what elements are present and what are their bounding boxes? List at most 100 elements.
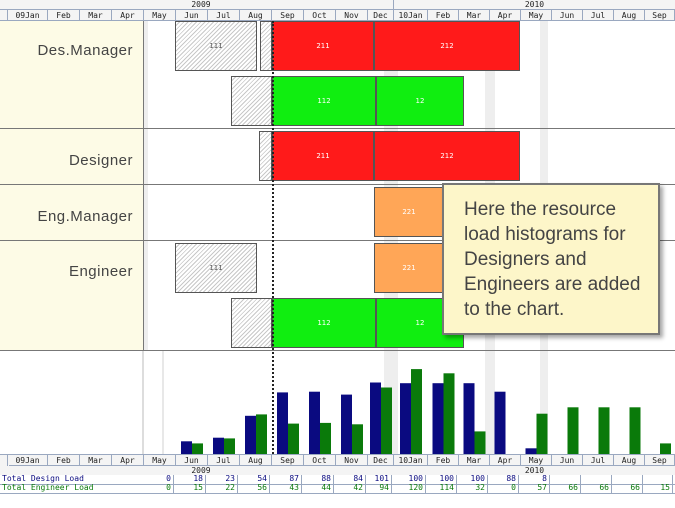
design-load-bar xyxy=(400,383,411,454)
month-label xyxy=(0,10,8,21)
load-cell: 22 xyxy=(208,484,238,493)
month-label: Aug xyxy=(614,10,645,21)
month-label: Jul xyxy=(583,10,614,21)
design-load-bar xyxy=(277,392,288,454)
design-load-bar xyxy=(213,437,224,454)
month-label: Jul xyxy=(208,10,240,21)
load-cell: 0 xyxy=(490,484,519,493)
task-bar[interactable]: 111 xyxy=(175,243,257,293)
design-load-bar xyxy=(432,383,444,454)
month-label: 09Jan xyxy=(8,10,48,21)
month-label: Apr xyxy=(490,10,521,21)
load-cell: 56 xyxy=(240,484,270,493)
month-label: Oct xyxy=(304,10,336,21)
month-label: Dec xyxy=(368,10,394,21)
engineer-load-bar xyxy=(320,422,331,454)
month-label: Feb xyxy=(48,10,80,21)
month-label: Apr xyxy=(112,10,144,21)
engineer-load-bar xyxy=(192,443,203,454)
year-2010-label: 2010 xyxy=(394,465,675,475)
load-cell: 0 xyxy=(144,484,174,493)
task-bar-hatch xyxy=(231,298,272,348)
label-column-divider xyxy=(143,21,144,351)
engineer-load-bar xyxy=(224,438,235,454)
month-label: Nov xyxy=(336,10,368,21)
load-row-label: Total Engineer Load xyxy=(2,483,94,492)
task-bar[interactable]: 111 xyxy=(175,21,257,71)
task-bar[interactable]: 112 xyxy=(272,76,376,126)
row-separator xyxy=(143,128,675,129)
month-row-top: 09Jan Feb Mar Apr May Jun Jul Aug Sep Oc… xyxy=(0,9,675,21)
month-label xyxy=(0,455,8,466)
engineer-load-bar xyxy=(288,423,299,454)
task-bar[interactable]: 221 xyxy=(374,243,444,293)
task-bar[interactable]: 212 xyxy=(374,131,520,181)
month-label: Aug xyxy=(240,10,272,21)
row-label-designer: Designer xyxy=(0,129,143,185)
load-cell: 32 xyxy=(459,484,488,493)
load-cell: 94 xyxy=(368,484,392,493)
row-label-des-manager: Des.Manager xyxy=(0,21,143,129)
task-bar[interactable]: 212 xyxy=(374,21,520,71)
timescale-header: 2009 2010 09Jan Feb Mar Apr May Jun Jul … xyxy=(0,0,675,21)
engineer-load-bar xyxy=(411,369,422,454)
engineer-load-bar xyxy=(381,387,392,454)
load-cell: 66 xyxy=(552,484,581,493)
load-cell: 114 xyxy=(428,484,457,493)
engineer-load-bar xyxy=(660,443,671,454)
month-label: May xyxy=(144,10,176,21)
engineer-load-bar xyxy=(598,407,610,454)
month-label: Sep xyxy=(645,10,675,21)
load-cell: 57 xyxy=(521,484,550,493)
task-bar-hatch-tail xyxy=(260,21,272,71)
year-2009-label: 2009 xyxy=(191,0,211,9)
month-label: Mar xyxy=(459,10,490,21)
design-load-bar xyxy=(181,441,192,454)
row-label-engineer: Engineer xyxy=(0,241,143,351)
resource-load-histogram xyxy=(181,369,671,454)
design-load-bar xyxy=(370,382,381,454)
month-label: Sep xyxy=(272,10,304,21)
task-bar[interactable]: 112 xyxy=(272,298,376,348)
engineer-load-bar xyxy=(536,413,548,454)
callout-text: Here the resource load histograms for De… xyxy=(464,199,641,320)
engineer-load-bar xyxy=(352,424,363,454)
load-cell: 66 xyxy=(583,484,612,493)
task-bar[interactable]: 211 xyxy=(272,21,374,71)
timescale-footer: 09Jan Feb Mar Apr May Jun Jul Aug Sep Oc… xyxy=(0,454,675,476)
month-label: Jun xyxy=(552,10,583,21)
design-load-bar xyxy=(494,391,506,454)
design-load-bar xyxy=(341,394,352,454)
engineer-load-bar xyxy=(443,373,455,454)
month-label: Feb xyxy=(428,10,459,21)
load-cell: 44 xyxy=(304,484,334,493)
load-cell: 120 xyxy=(394,484,426,493)
load-cell: 42 xyxy=(336,484,366,493)
load-cell: 15 xyxy=(176,484,206,493)
task-bar-hatch xyxy=(231,76,272,126)
engineer-load-bar xyxy=(256,414,267,454)
task-bar[interactable]: 221 xyxy=(374,187,444,237)
year-2010-label: 2010 xyxy=(524,0,545,9)
load-cell: 15 xyxy=(645,484,673,493)
design-load-bar xyxy=(463,383,475,454)
task-bar-hatch xyxy=(259,131,272,181)
row-label-eng-manager: Eng.Manager xyxy=(0,185,143,241)
load-cell: 66 xyxy=(614,484,643,493)
design-load-bar xyxy=(245,415,256,454)
load-cell: 43 xyxy=(272,484,302,493)
task-bar[interactable]: 211 xyxy=(272,131,374,181)
month-label: Mar xyxy=(80,10,112,21)
design-load-bar xyxy=(309,391,320,454)
month-label: May xyxy=(521,10,552,21)
task-bar[interactable]: 12 xyxy=(376,76,464,126)
load-table: Total Design Load Total Engineer Load 01… xyxy=(0,474,675,494)
engineer-load-bar xyxy=(474,431,486,454)
engineer-load-bar xyxy=(629,407,641,454)
callout-note: Here the resource load histograms for De… xyxy=(442,183,660,335)
month-label: Jun xyxy=(176,10,208,21)
load-row-label: Total Design Load xyxy=(2,474,84,483)
engineer-load-bar xyxy=(567,407,579,454)
month-label: 10Jan xyxy=(394,10,428,21)
year-divider xyxy=(393,0,394,9)
